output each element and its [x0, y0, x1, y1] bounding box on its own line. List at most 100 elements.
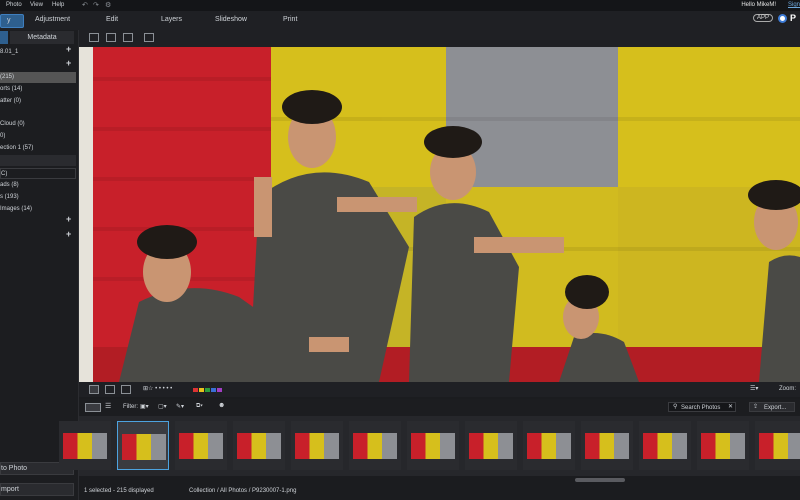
menu-bar: Photo View Help ↶ ↷ ⚙ Hello MikeM! Sign — [0, 0, 800, 11]
selection-status: 1 selected - 215 displayed — [84, 488, 154, 494]
sign-in-link[interactable]: Sign — [788, 2, 800, 8]
list-item[interactable]: Images (14) — [0, 204, 76, 215]
thumbnail-image — [701, 433, 745, 459]
add-item-icon[interactable]: + — [66, 58, 71, 68]
product-name: P — [790, 13, 797, 23]
filmstrip-compare-icon[interactable] — [105, 385, 115, 394]
single-view-icon[interactable] — [89, 33, 99, 42]
people-filter-icon[interactable]: ☻ — [218, 402, 225, 409]
menu-view[interactable]: View — [30, 2, 43, 8]
user-greeting[interactable]: Hello MikeM! — [741, 2, 776, 8]
thumbnail-image — [295, 433, 339, 459]
view-toolbar — [79, 30, 800, 47]
menu-help[interactable]: Help — [52, 2, 64, 8]
search-input[interactable]: Search Photos — [668, 402, 736, 412]
tab-edit[interactable]: Edit — [106, 14, 118, 26]
filter-copy-icon[interactable]: ⧉▾ — [196, 403, 203, 410]
thumbnail-image — [527, 433, 571, 459]
list-item[interactable]: s (193) — [0, 192, 76, 203]
list-item[interactable]: ection 1 (57) — [0, 143, 76, 154]
photo-path: Collection / All Photos / P9230007-1.png — [189, 488, 297, 494]
menu-photo[interactable]: Photo — [6, 2, 22, 8]
thumbnail-image — [585, 433, 629, 459]
tab-library[interactable]: y — [0, 14, 24, 28]
thumbnail-image — [643, 433, 687, 459]
tab-folders[interactable] — [0, 31, 8, 44]
rating-stars-icon[interactable]: ⊞☆ • • • • • — [143, 385, 172, 392]
grid-view-icon[interactable] — [123, 33, 133, 42]
thumbnail-image — [237, 433, 281, 459]
filmstrip-filter-bar: ☰ Filter: ▣▾ ▢▾ ✎▾ ⧉▾ ☻ Search Photos ⚲ … — [79, 399, 800, 416]
filmstrip-thumbnail[interactable] — [697, 421, 749, 470]
add-item-icon[interactable]: + — [66, 214, 71, 224]
list-view-icon[interactable] — [85, 403, 101, 412]
add-item-icon[interactable]: + — [66, 229, 71, 239]
zoom-label: Zoom: — [779, 386, 797, 392]
filmstrip-thumbnail[interactable] — [465, 421, 517, 470]
filmstrip-thumbnail[interactable] — [233, 421, 285, 470]
undo-icon[interactable]: ↶ — [82, 1, 88, 9]
export-icon: ⇪ — [753, 404, 759, 410]
list-item[interactable]: Cloud (0) — [0, 119, 76, 130]
map-view-icon[interactable] — [144, 33, 154, 42]
thumbnail-image — [759, 433, 800, 459]
status-bar: 1 selected - 215 displayed Collection / … — [79, 484, 800, 500]
filter-select-icon[interactable]: ▢▾ — [158, 403, 167, 410]
add-catalog-icon[interactable]: + — [66, 44, 71, 54]
clear-search-icon[interactable]: ✕ — [728, 403, 733, 410]
mode-tabs: y Adjustment Edit Layers Slideshow Print — [0, 11, 800, 30]
filmstrip-thumbnail[interactable] — [59, 421, 111, 470]
filmstrip-thumbnail[interactable] — [755, 421, 800, 470]
filmstrip-thumbnail[interactable] — [117, 421, 169, 470]
settings-gear-icon[interactable]: ⚙ — [105, 1, 111, 9]
filmstrip-view-controls: ⊞☆ • • • • • ☰▾ Zoom: — [79, 382, 800, 397]
filter-edit-icon[interactable]: ✎▾ — [176, 403, 184, 410]
filmstrip — [59, 416, 800, 476]
color-label-red[interactable] — [193, 388, 198, 392]
thumbnail-image — [411, 433, 455, 459]
app-badge[interactable]: APP — [753, 14, 774, 22]
thumbnail-image — [63, 433, 107, 459]
search-icon: ⚲ — [673, 404, 678, 410]
tab-metadata[interactable]: Metadata — [10, 31, 74, 44]
tab-adjustment[interactable]: Adjustment — [35, 14, 70, 26]
section-divider — [0, 155, 76, 166]
catalog-name[interactable]: 8.01_1 — [0, 47, 76, 58]
main-photo-viewer[interactable] — [79, 47, 800, 382]
filmstrip-thumbnail[interactable] — [639, 421, 691, 470]
list-item[interactable]: 0) — [0, 131, 76, 142]
thumbnail-image — [469, 433, 513, 459]
filmstrip-thumbnail[interactable] — [349, 421, 401, 470]
filmstrip-thumbnail[interactable] — [175, 421, 227, 470]
section-header[interactable]: C) — [0, 168, 76, 179]
tab-slideshow[interactable]: Slideshow — [215, 14, 247, 26]
list-item[interactable]: ads (8) — [0, 180, 76, 191]
list-item[interactable]: atter (0) — [0, 96, 76, 107]
color-label-purple[interactable] — [217, 388, 222, 392]
filmstrip-thumbnail[interactable] — [581, 421, 633, 470]
filter-flag-icon[interactable]: ▣▾ — [140, 403, 149, 410]
profile-icon[interactable] — [778, 14, 787, 23]
import-button[interactable]: mport — [0, 483, 74, 496]
redo-icon[interactable]: ↷ — [93, 1, 99, 9]
color-label-yellow[interactable] — [199, 388, 204, 392]
filmstrip-grid-icon[interactable] — [121, 385, 131, 394]
tab-print[interactable]: Print — [283, 14, 297, 26]
color-label-green[interactable] — [205, 388, 210, 392]
tab-layers[interactable]: Layers — [161, 14, 182, 26]
filmstrip-scrollbar[interactable] — [575, 478, 625, 482]
filmstrip-thumbnail[interactable] — [407, 421, 459, 470]
filter-label: Filter: — [123, 404, 138, 410]
color-label-blue[interactable] — [211, 388, 216, 392]
filmstrip-single-icon[interactable] — [89, 385, 99, 394]
list-item-all-photos[interactable]: (215) — [0, 72, 76, 83]
details-view-icon[interactable]: ☰ — [105, 402, 111, 410]
compare-view-icon[interactable] — [106, 33, 116, 42]
zoom-menu-icon[interactable]: ☰▾ — [750, 385, 758, 392]
thumbnail-image — [122, 434, 166, 460]
filmstrip-thumbnail[interactable] — [291, 421, 343, 470]
photo-image — [79, 47, 800, 382]
list-item[interactable]: orts (14) — [0, 84, 76, 95]
thumbnail-image — [353, 433, 397, 459]
filmstrip-thumbnail[interactable] — [523, 421, 575, 470]
